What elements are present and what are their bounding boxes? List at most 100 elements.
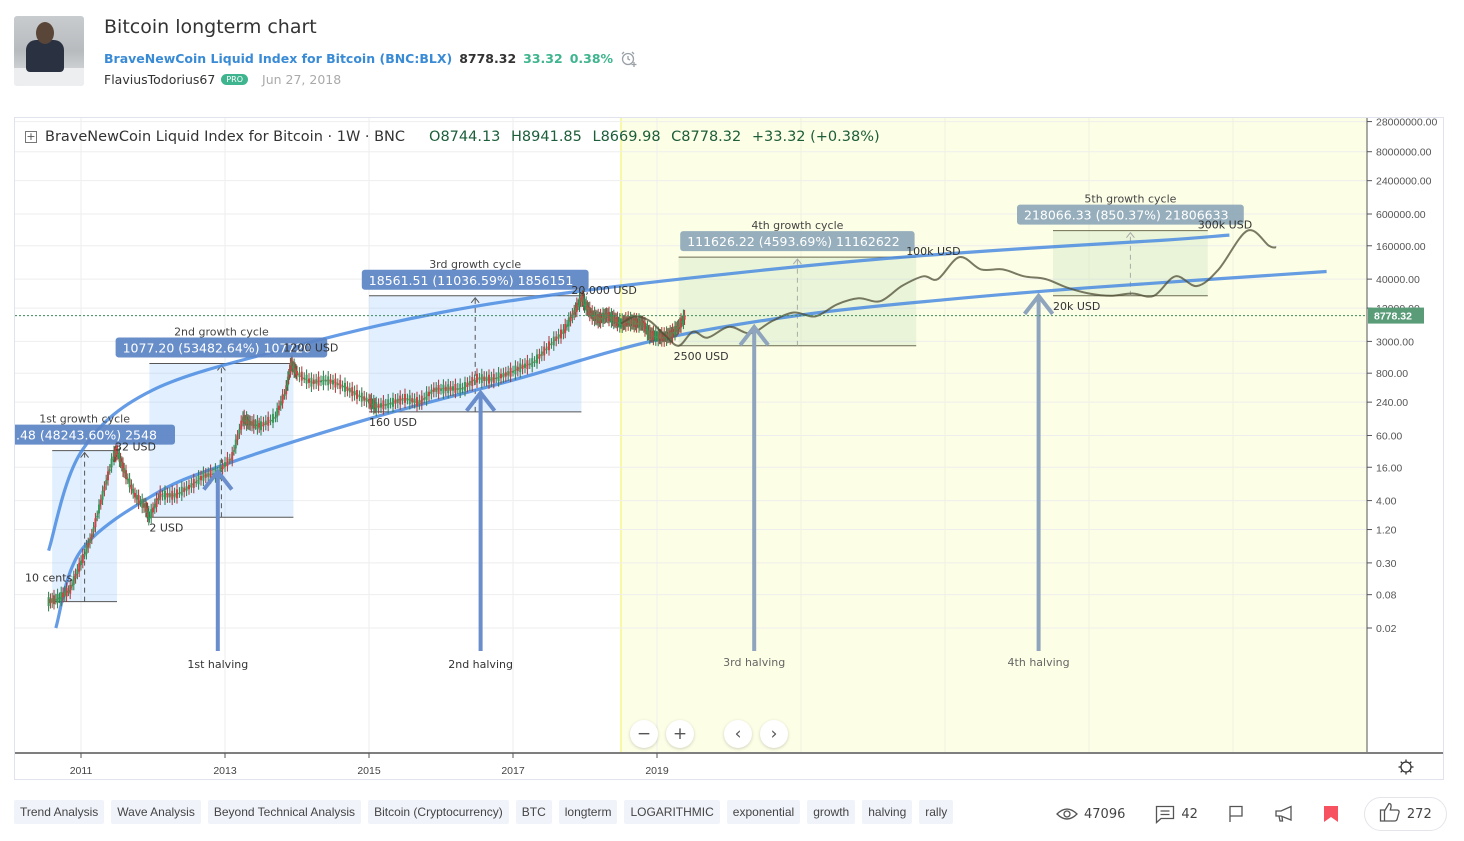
candle-body bbox=[195, 481, 198, 484]
candle-body bbox=[202, 471, 205, 481]
tag[interactable]: rally bbox=[919, 800, 954, 824]
symbol-code[interactable]: (BNC:BLX) bbox=[379, 51, 452, 66]
like-button[interactable]: 272 bbox=[1363, 797, 1447, 831]
candle-body bbox=[107, 471, 109, 481]
symbol-line: BraveNewCoin Liquid Index for Bitcoin (B… bbox=[104, 49, 638, 67]
candle-body bbox=[236, 435, 239, 440]
zoom-in-button[interactable]: + bbox=[666, 720, 694, 748]
views-count: 47096 bbox=[1084, 806, 1126, 822]
candle-body bbox=[420, 395, 423, 405]
candle-body bbox=[108, 469, 111, 471]
candle-body bbox=[562, 329, 565, 334]
thumbs-up-icon bbox=[1379, 802, 1401, 826]
legend-ohlc: O8744.13 H8941.85 L8669.98 C8778.32 +33.… bbox=[429, 129, 886, 145]
candle-body bbox=[536, 354, 538, 364]
candle-body bbox=[380, 403, 382, 408]
tag[interactable]: exponential bbox=[726, 800, 801, 824]
candle-body bbox=[555, 336, 558, 341]
tag[interactable]: Trend Analysis bbox=[14, 800, 105, 824]
candle-body bbox=[490, 377, 493, 382]
tag[interactable]: Bitcoin (Cryptocurrency) bbox=[368, 800, 509, 824]
bookmark-stat[interactable] bbox=[1323, 806, 1338, 822]
author-avatar[interactable] bbox=[14, 16, 84, 86]
megaphone-icon[interactable] bbox=[1274, 805, 1294, 823]
candle-body bbox=[192, 479, 195, 488]
comment-icon[interactable] bbox=[1155, 805, 1175, 824]
halving-label: 2nd halving bbox=[448, 658, 513, 671]
candle-body bbox=[404, 394, 406, 403]
author-name[interactable]: FlaviusTodorius67 bbox=[104, 72, 215, 87]
candle-body bbox=[459, 383, 462, 393]
flag-icon[interactable] bbox=[1228, 805, 1244, 823]
comments-stat[interactable]: 42 bbox=[1155, 805, 1198, 824]
candle-body bbox=[548, 341, 550, 351]
candle-body bbox=[564, 324, 567, 333]
report-stat[interactable] bbox=[1228, 805, 1244, 823]
tag[interactable]: Beyond Technical Analysis bbox=[207, 800, 362, 824]
alarm-add-icon[interactable] bbox=[620, 50, 638, 68]
candle-body bbox=[62, 592, 64, 598]
last-price-badge-text: 8778.32 bbox=[1374, 311, 1412, 323]
candle-body bbox=[483, 376, 486, 381]
avatar-person-body bbox=[26, 40, 64, 72]
candle-body bbox=[317, 376, 320, 386]
avatar-person-head bbox=[36, 22, 54, 44]
candle-body bbox=[413, 398, 416, 404]
price-tick-label: 0.02 bbox=[1376, 623, 1397, 635]
symbol-name[interactable]: BraveNewCoin Liquid Index for Bitcoin bbox=[104, 51, 375, 66]
legend-change: +33.32 (+0.38%) bbox=[751, 129, 880, 145]
candle-body bbox=[504, 372, 507, 377]
zoom-out-button[interactable]: − bbox=[630, 720, 658, 748]
candle-body bbox=[197, 475, 200, 485]
time-tick-label: 2019 bbox=[645, 765, 669, 777]
symbol-link[interactable]: BraveNewCoin Liquid Index for Bitcoin (B… bbox=[104, 51, 452, 66]
halving-label: 1st halving bbox=[187, 658, 248, 671]
tag[interactable]: growth bbox=[807, 800, 856, 824]
candle-body bbox=[159, 490, 162, 500]
candle-body bbox=[399, 395, 402, 405]
candle-body bbox=[200, 475, 202, 481]
candle-body bbox=[365, 397, 368, 403]
candle-body bbox=[348, 387, 351, 393]
price-chart[interactable]: 1st halving 2nd halving 3rd halving 4th hal… bbox=[15, 118, 1444, 780]
candle-body bbox=[190, 483, 193, 488]
candle-body bbox=[128, 478, 131, 488]
cycle-high-label: 20,000 USD bbox=[571, 284, 637, 297]
bookmark-icon[interactable] bbox=[1323, 806, 1338, 822]
candle-body bbox=[63, 591, 66, 596]
candle-body bbox=[258, 423, 261, 428]
candle-body bbox=[444, 386, 447, 392]
candle-body bbox=[440, 389, 442, 391]
candle-body bbox=[346, 386, 349, 391]
scroll-right-button[interactable]: › bbox=[760, 720, 788, 748]
tag[interactable]: Wave Analysis bbox=[111, 800, 201, 824]
share-stat[interactable] bbox=[1274, 805, 1294, 823]
tag[interactable]: halving bbox=[862, 800, 913, 824]
candle-body bbox=[58, 597, 61, 600]
candle-body bbox=[83, 554, 86, 556]
tag[interactable]: longterm bbox=[558, 800, 618, 824]
candle-body bbox=[557, 334, 560, 339]
chart-container[interactable]: 1st halving 2nd halving 3rd halving 4th hal… bbox=[14, 117, 1444, 780]
candle-body bbox=[139, 501, 142, 503]
legend-open: O8744.13 bbox=[429, 129, 501, 145]
candle-body bbox=[279, 401, 282, 406]
expand-legend-icon[interactable]: + bbox=[25, 131, 37, 143]
candle-body bbox=[65, 587, 68, 597]
candle-body bbox=[552, 336, 555, 346]
candle-body bbox=[256, 420, 259, 430]
candle-body bbox=[298, 372, 301, 377]
publish-date: Jun 27, 2018 bbox=[262, 72, 342, 87]
candle-body bbox=[449, 386, 452, 391]
tag[interactable]: BTC bbox=[515, 800, 552, 824]
candle-body bbox=[85, 545, 88, 555]
candle-body bbox=[320, 380, 322, 383]
candle-body bbox=[274, 416, 277, 419]
candle-body bbox=[468, 380, 471, 386]
candle-body bbox=[152, 507, 154, 513]
tag[interactable]: LOGARITHMIC bbox=[624, 800, 720, 824]
candle-body bbox=[550, 343, 553, 345]
candle-body bbox=[423, 398, 426, 400]
scroll-left-button[interactable]: ‹ bbox=[724, 720, 752, 748]
candle-body bbox=[353, 390, 356, 396]
